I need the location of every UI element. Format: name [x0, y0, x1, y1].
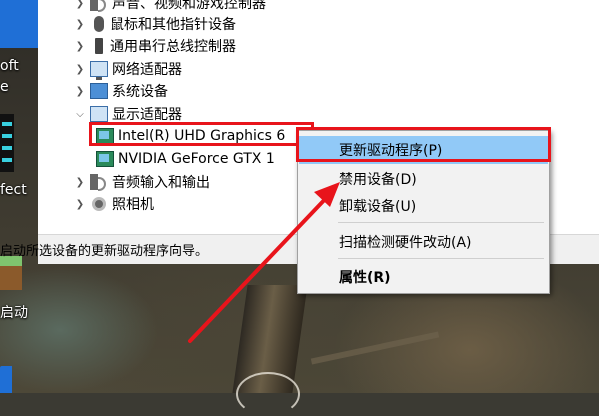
annotation-arrow	[188, 182, 340, 343]
